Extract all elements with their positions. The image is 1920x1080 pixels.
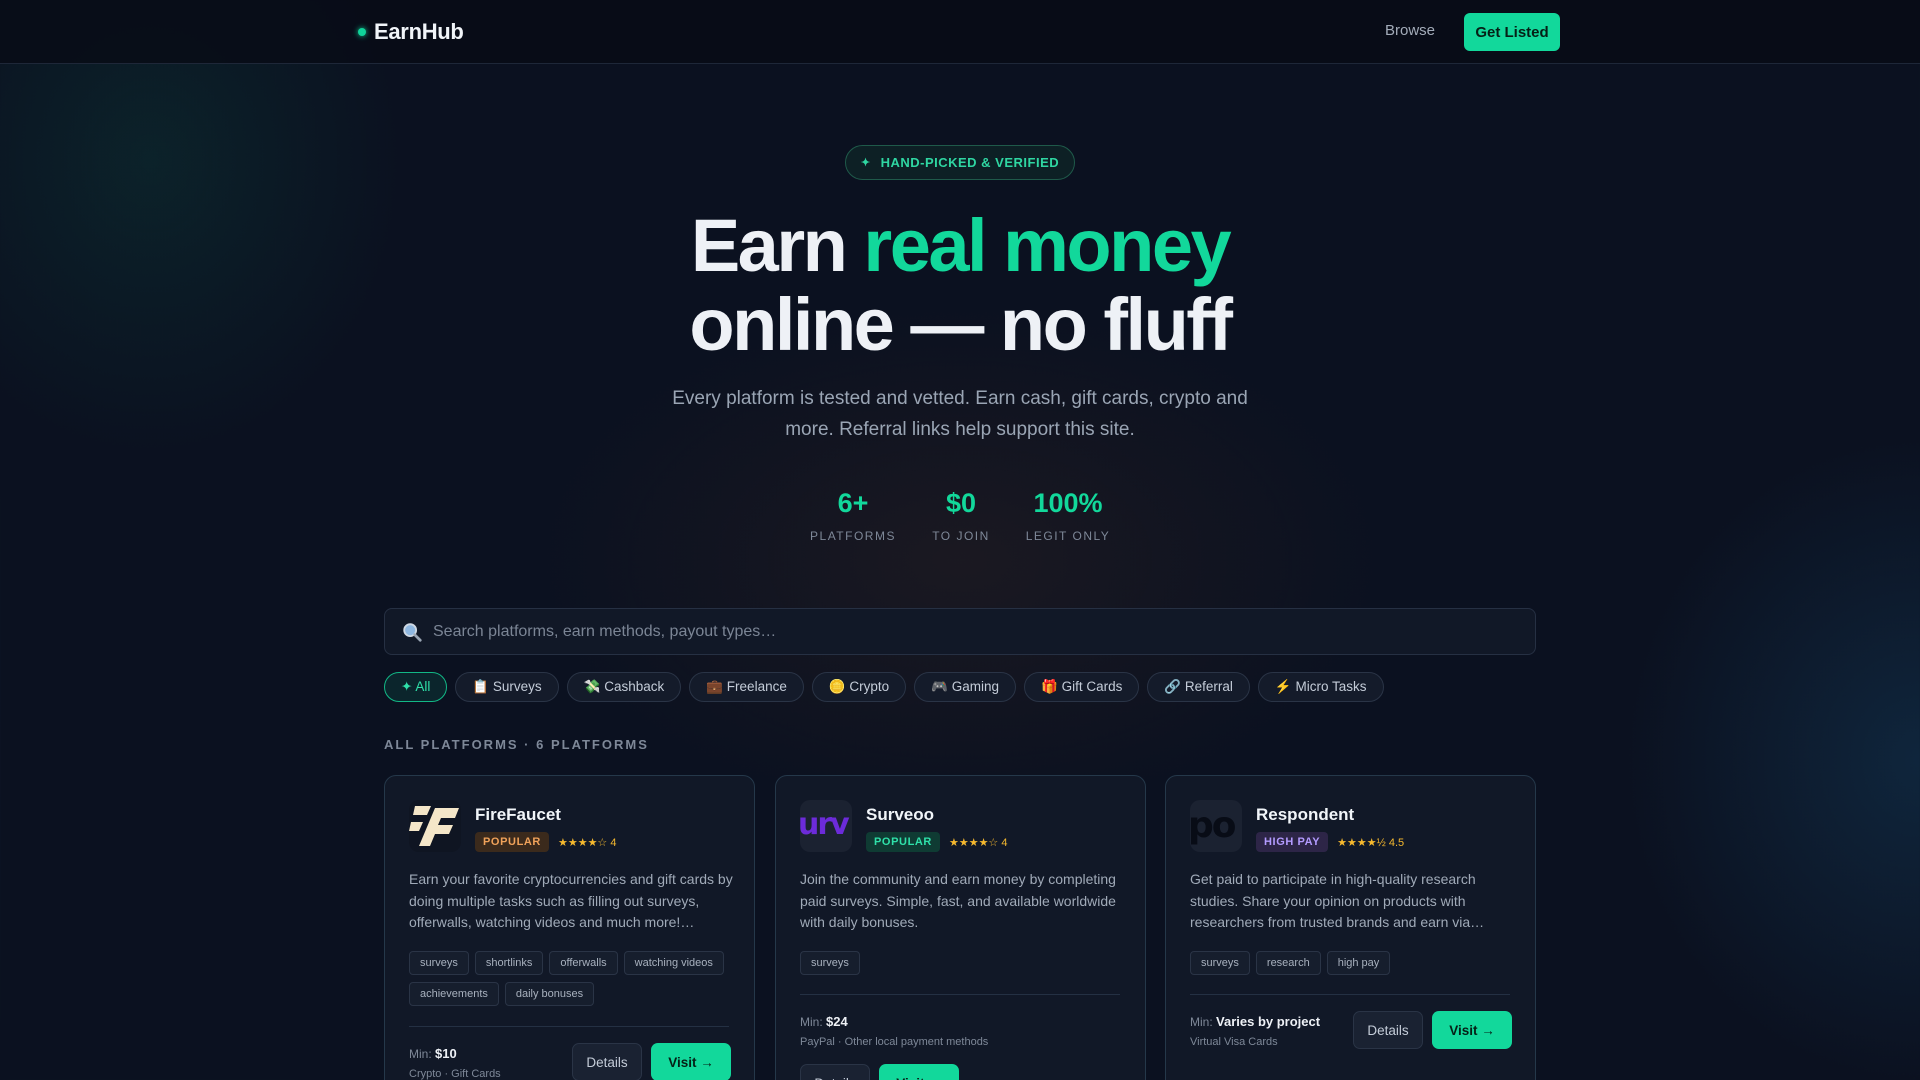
min-label: Min: bbox=[409, 1047, 432, 1061]
section-label: ALL PLATFORMS · 6 PLATFORMS bbox=[384, 737, 649, 752]
card-description: Get paid to participate in high-quality … bbox=[1190, 871, 1485, 930]
popular-badge: POPULAR bbox=[866, 832, 940, 852]
brand-dot-icon bbox=[358, 28, 366, 36]
card-title: FireFaucet bbox=[475, 805, 561, 824]
surveoo-logo-icon: urv bbox=[800, 800, 852, 852]
stat-label: TO JOIN bbox=[932, 529, 990, 543]
hero-subtitle: Every platform is tested and vetted. Ear… bbox=[672, 388, 1248, 440]
brand-name: EarnHub bbox=[374, 19, 464, 44]
star-rating: ★★★★☆ 4 bbox=[557, 836, 617, 849]
tag: surveys bbox=[409, 951, 469, 975]
stat-platforms: 6+ PLATFORMS bbox=[793, 488, 913, 543]
filter-surveys[interactable]: 📋 Surveys bbox=[455, 672, 559, 702]
card-tags: surveys bbox=[800, 951, 1130, 975]
filter-gift-cards[interactable]: 🎁 Gift Cards bbox=[1024, 672, 1140, 702]
stat-value: 6+ bbox=[837, 488, 869, 518]
stat-to-join: $0 TO JOIN bbox=[901, 488, 1021, 543]
star-rating: ★★★★☆ 4 bbox=[948, 836, 1008, 849]
stat-value: 100% bbox=[1033, 488, 1103, 518]
tag: surveys bbox=[800, 951, 860, 975]
filter-referral[interactable]: 🔗 Referral bbox=[1147, 672, 1250, 702]
card-description: Earn your favorite cryptocurrencies and … bbox=[409, 871, 733, 930]
min-payout: Min: Varies by project bbox=[1190, 1014, 1320, 1029]
brand-logo[interactable]: EarnHub bbox=[358, 19, 464, 45]
high-pay-badge: HIGH PAY bbox=[1256, 832, 1329, 852]
visit-button[interactable]: Visit → bbox=[1432, 1011, 1512, 1049]
card-meta: POPULAR ★★★★☆ 4 bbox=[866, 832, 1007, 852]
hero-title-part1: Earn bbox=[690, 204, 864, 287]
tag: achievements bbox=[409, 982, 499, 1006]
card-tags: surveys research high pay bbox=[1190, 951, 1520, 975]
tag: watching videos bbox=[623, 951, 724, 975]
card-meta: POPULAR ★★★★☆ 4 bbox=[475, 832, 616, 852]
min-payout: Min: $10 bbox=[409, 1046, 457, 1061]
platform-card-firefaucet[interactable]: FireFaucet POPULAR ★★★★☆ 4 Earn your fav… bbox=[384, 775, 755, 1080]
filter-micro-tasks[interactable]: ⚡ Micro Tasks bbox=[1257, 672, 1384, 702]
hero-title: Earn real money online — no fluff bbox=[560, 206, 1360, 364]
search-icon bbox=[403, 623, 422, 642]
card-tags: surveys shortlinks offerwalls watching v… bbox=[409, 951, 739, 1006]
card-description: Join the community and earn money by com… bbox=[800, 871, 1116, 930]
card-divider bbox=[409, 1026, 729, 1027]
tag: shortlinks bbox=[474, 951, 544, 975]
search-bar[interactable] bbox=[384, 608, 1536, 655]
min-payout: Min: $24 bbox=[800, 1014, 848, 1029]
filter-freelance[interactable]: 💼 Freelance bbox=[689, 672, 804, 702]
popular-badge: POPULAR bbox=[475, 832, 549, 852]
respondent-logo-icon: po bbox=[1190, 800, 1242, 852]
stat-label: LEGIT ONLY bbox=[1025, 529, 1111, 543]
stat-label: PLATFORMS bbox=[810, 529, 896, 543]
verified-pill: ✦ HAND-PICKED & VERIFIED bbox=[845, 145, 1075, 180]
platform-card-respondent[interactable]: po Respondent HIGH PAY ★★★★½ 4.5 Get pai… bbox=[1165, 775, 1536, 1080]
star-rating: ★★★★½ 4.5 bbox=[1337, 836, 1405, 849]
get-listed-button[interactable]: Get Listed bbox=[1464, 13, 1560, 51]
filter-cashback[interactable]: 💸 Cashback bbox=[566, 672, 682, 702]
tag: daily bonuses bbox=[504, 982, 595, 1006]
min-value: $10 bbox=[435, 1046, 457, 1061]
top-nav: EarnHub Browse Get Listed bbox=[0, 0, 1920, 64]
payout-methods: Crypto · Gift Cards bbox=[409, 1068, 501, 1080]
tag: offerwalls bbox=[549, 951, 618, 975]
min-label: Min: bbox=[1190, 1015, 1213, 1029]
filter-gaming[interactable]: 🎮 Gaming bbox=[914, 672, 1017, 702]
nav-browse-link[interactable]: Browse bbox=[1385, 22, 1435, 39]
filter-all[interactable]: ✦ All bbox=[384, 672, 448, 702]
payout-methods: Virtual Visa Cards bbox=[1190, 1036, 1278, 1048]
payout-methods: PayPal · Other local payment methods bbox=[800, 1036, 989, 1048]
hero-title-part2: online — no fluff bbox=[689, 283, 1233, 366]
details-button[interactable]: Details bbox=[1353, 1011, 1423, 1049]
card-title: Surveoo bbox=[866, 805, 935, 824]
tag: research bbox=[1255, 951, 1321, 975]
min-value: Varies by project bbox=[1216, 1014, 1321, 1029]
card-divider bbox=[1190, 994, 1510, 995]
svg-text:urv: urv bbox=[800, 807, 850, 842]
sparkle-icon: ✦ bbox=[860, 157, 871, 169]
visit-button[interactable]: Visit → bbox=[651, 1043, 731, 1080]
min-value: $24 bbox=[826, 1014, 848, 1029]
category-filters: ✦ All 📋 Surveys 💸 Cashback 💼 Freelance 🪙… bbox=[384, 672, 1384, 702]
min-label: Min: bbox=[800, 1015, 823, 1029]
stat-legit-only: 100% LEGIT ONLY bbox=[1008, 488, 1128, 543]
tag: surveys bbox=[1190, 951, 1250, 975]
verified-pill-label: HAND-PICKED & VERIFIED bbox=[880, 155, 1060, 170]
card-title: Respondent bbox=[1256, 805, 1355, 824]
details-button[interactable]: Details bbox=[572, 1043, 642, 1080]
stats-row: 6+ PLATFORMS $0 TO JOIN 100% LEGIT ONLY bbox=[0, 488, 1920, 548]
card-meta: HIGH PAY ★★★★½ 4.5 bbox=[1256, 832, 1404, 852]
stat-value: $0 bbox=[945, 488, 977, 518]
search-input[interactable] bbox=[433, 609, 1523, 654]
details-button[interactable]: Details bbox=[800, 1064, 870, 1080]
card-divider bbox=[800, 994, 1120, 995]
svg-text:po: po bbox=[1190, 805, 1236, 846]
filter-crypto[interactable]: 🪙 Crypto bbox=[811, 672, 907, 702]
visit-button[interactable]: Visit → bbox=[879, 1064, 959, 1080]
hero-title-accent: real money bbox=[863, 204, 1231, 287]
platform-card-surveoo[interactable]: urv Surveoo POPULAR ★★★★☆ 4 Join the com… bbox=[775, 775, 1146, 1080]
firefaucet-logo-icon bbox=[409, 800, 461, 852]
tag: high pay bbox=[1326, 951, 1391, 975]
